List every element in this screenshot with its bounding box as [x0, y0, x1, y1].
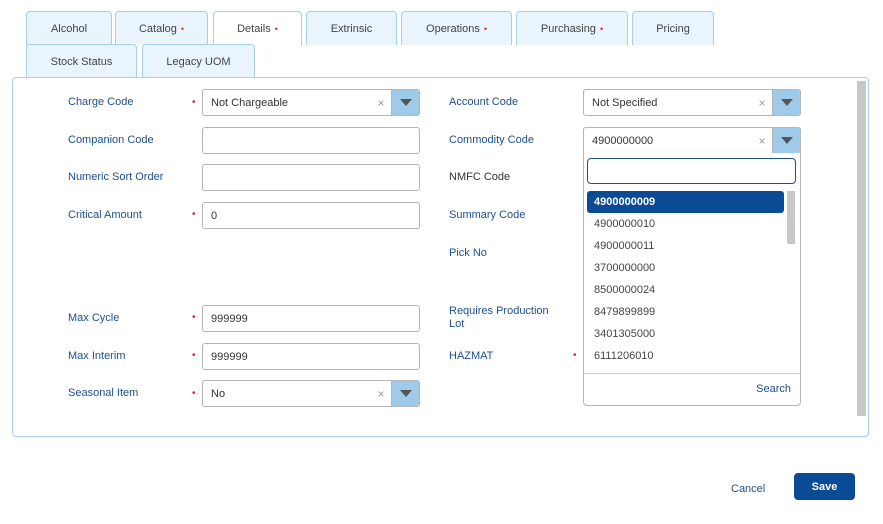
chevron-down-icon[interactable] [772, 90, 800, 115]
dropdown-scrollbar[interactable] [787, 191, 795, 244]
clear-icon[interactable]: × [752, 96, 772, 110]
tab-label: Pricing [656, 22, 690, 35]
companion-code-input[interactable] [202, 127, 420, 154]
tab-purchasing[interactable]: Purchasing • [516, 11, 628, 45]
nmfc-code-label: NMFC Code [449, 171, 511, 183]
pick-no-label: Pick No [449, 247, 487, 259]
chevron-down-icon[interactable] [391, 381, 419, 406]
dropdown-option[interactable]: 3700000000 [587, 257, 784, 279]
seasonal-item-value: No [211, 387, 226, 400]
required-indicator: • [274, 24, 278, 34]
commodity-code-select[interactable]: 4900000000 × [583, 127, 801, 154]
max-interim-label: Max Interim [68, 350, 126, 362]
required-indicator: • [180, 23, 185, 34]
numeric-sort-order-label: Numeric Sort Order [68, 171, 164, 183]
tab-operations[interactable]: Operations • [401, 11, 512, 45]
required-indicator: • [192, 312, 196, 323]
dropdown-option[interactable]: 3401305000 [587, 323, 784, 345]
tab-alcohol[interactable]: Alcohol [26, 11, 112, 45]
hazmat-label: HAZMAT [449, 350, 494, 362]
charge-code-label: Charge Code [68, 96, 134, 108]
tab-label: Alcohol [50, 22, 88, 35]
max-interim-input[interactable]: 999999 [202, 343, 420, 370]
tab-label: Extrinsic [330, 22, 373, 35]
tab-stock-status[interactable]: Stock Status [26, 44, 137, 78]
dropdown-option[interactable]: 8500000024 [587, 279, 784, 301]
clear-icon[interactable]: × [752, 134, 772, 148]
tab-catalog[interactable]: Catalog • [115, 11, 208, 45]
charge-code-value: Not Chargeable [211, 96, 289, 109]
tab-label: Stock Status [50, 55, 113, 68]
commodity-code-label: Commodity Code [449, 134, 534, 146]
dropdown-option[interactable]: 8479899899 [587, 301, 784, 323]
account-code-label: Account Code [449, 96, 519, 108]
account-code-select[interactable]: Not Specified × [583, 89, 801, 116]
required-indicator: • [573, 350, 577, 361]
dropdown-option[interactable]: 6111206010 [587, 345, 784, 367]
required-indicator: • [192, 350, 196, 361]
charge-code-select[interactable]: Not Chargeable × [202, 89, 420, 116]
dropdown-search-input[interactable] [587, 158, 796, 184]
clear-icon[interactable]: × [371, 387, 391, 401]
dropdown-option[interactable]: 4900000010 [587, 213, 784, 235]
seasonal-item-select[interactable]: No × [202, 380, 420, 407]
chevron-down-icon[interactable] [772, 128, 800, 153]
save-button[interactable]: Save [794, 473, 855, 500]
required-indicator: • [599, 23, 604, 34]
tab-label: Legacy UOM [166, 55, 231, 68]
tab-label: Catalog [138, 22, 177, 35]
required-indicator: • [483, 23, 487, 34]
dropdown-search-link[interactable]: Search [756, 383, 791, 395]
dropdown-option[interactable]: 4900000011 [587, 235, 784, 257]
required-indicator: • [192, 209, 196, 220]
seasonal-item-label: Seasonal Item [68, 387, 139, 399]
dropdown-footer: Search [584, 373, 800, 406]
requires-production-lot-label: Requires Production Lot [449, 305, 549, 330]
clear-icon[interactable]: × [371, 96, 391, 110]
tab-label: Operations [426, 22, 480, 35]
numeric-sort-order-input[interactable] [202, 164, 420, 191]
tab-extrinsic[interactable]: Extrinsic [306, 11, 397, 45]
critical-amount-label: Critical Amount [68, 209, 142, 221]
tab-legacy-uom[interactable]: Legacy UOM [142, 44, 255, 78]
required-indicator: • [192, 97, 196, 108]
critical-amount-input[interactable]: 0 [202, 202, 420, 229]
tab-details[interactable]: Details • [213, 11, 302, 46]
account-code-value: Not Specified [592, 96, 658, 109]
cancel-button[interactable]: Cancel [731, 483, 765, 495]
dropdown-option[interactable]: 4900000009 [587, 191, 784, 213]
tab-label: Purchasing [540, 22, 596, 35]
chevron-down-icon[interactable] [391, 90, 419, 115]
required-indicator: • [192, 388, 196, 399]
commodity-code-dropdown: 4900000009 4900000010 4900000011 3700000… [583, 153, 801, 406]
tab-pricing[interactable]: Pricing [632, 11, 714, 45]
max-cycle-input[interactable]: 999999 [202, 305, 420, 332]
tab-label: Details [237, 23, 271, 35]
max-cycle-label: Max Cycle [68, 312, 120, 324]
commodity-code-value: 4900000000 [592, 134, 654, 147]
summary-code-label: Summary Code [449, 209, 526, 221]
companion-code-label: Companion Code [68, 134, 154, 146]
panel-scrollbar[interactable] [857, 81, 866, 416]
